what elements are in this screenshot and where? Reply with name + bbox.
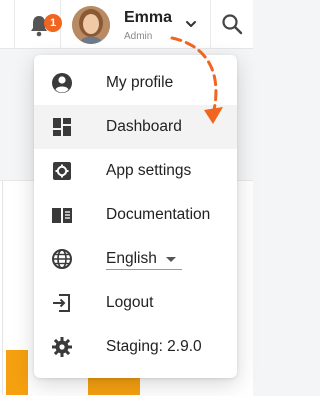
menu-item-version: Staging: 2.9.0 <box>34 325 237 369</box>
menu-item-label: Documentation <box>106 206 211 223</box>
menu-item-my-profile[interactable]: My profile <box>34 61 237 105</box>
menu-item-label: Logout <box>106 294 154 311</box>
globe-icon <box>52 249 72 269</box>
top-bar: 1 Emma Admin <box>0 0 253 49</box>
cog-icon <box>52 337 72 357</box>
menu-item-label: App settings <box>106 162 192 179</box>
book-icon <box>52 208 72 223</box>
menu-item-language[interactable]: English <box>34 237 237 281</box>
topbar-divider <box>14 0 15 48</box>
avatar[interactable] <box>72 6 110 44</box>
menu-item-label: My profile <box>106 74 174 91</box>
menu-item-label: Dashboard <box>106 118 182 135</box>
user-circle-icon <box>52 73 72 93</box>
notification-badge: 1 <box>44 14 62 32</box>
version-label: Staging: 2.9.0 <box>106 338 202 355</box>
gear-box-icon <box>53 162 71 180</box>
language-select[interactable]: English <box>106 250 157 268</box>
panel-divider <box>2 180 3 395</box>
avatar-photo <box>72 6 110 44</box>
menu-item-app-settings[interactable]: App settings <box>34 149 237 193</box>
user-role: Admin <box>124 31 153 42</box>
logout-icon <box>53 294 70 312</box>
user-name[interactable]: Emma <box>124 9 172 27</box>
notifications-button[interactable]: 1 <box>26 10 62 38</box>
dashboard-icon <box>53 118 71 136</box>
select-underline <box>106 269 182 270</box>
menu-item-dashboard[interactable]: Dashboard <box>34 105 237 149</box>
search-icon[interactable] <box>220 12 244 36</box>
chevron-down-icon[interactable] <box>183 16 199 32</box>
topbar-divider <box>210 0 211 48</box>
menu-item-documentation[interactable]: Documentation <box>34 193 237 237</box>
caret-down-icon[interactable] <box>166 257 176 262</box>
menu-item-logout[interactable]: Logout <box>34 281 237 325</box>
user-dropdown-menu: My profile Dashboard App settings Docume… <box>34 55 237 378</box>
chart-bar <box>6 350 28 395</box>
